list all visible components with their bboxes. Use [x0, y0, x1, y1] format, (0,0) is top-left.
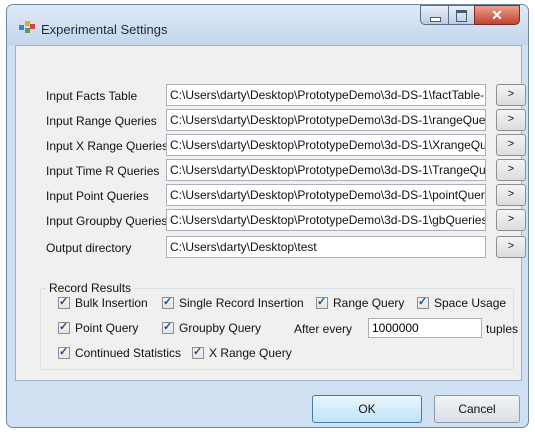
maximize-icon[interactable]: [448, 5, 474, 25]
range-queries-label: Input Range Queries: [46, 114, 157, 128]
output-directory-label: Output directory: [46, 241, 132, 255]
facts-table-row: Input Facts Table C:\Users\darty\Desktop…: [16, 84, 526, 108]
range-query-checkbox[interactable]: Range Query: [316, 295, 404, 310]
x-range-queries-browse-button[interactable]: >: [496, 134, 526, 156]
checkbox-checked-icon[interactable]: [192, 345, 204, 359]
range-queries-browse-button[interactable]: >: [496, 109, 526, 131]
cancel-button[interactable]: Cancel: [434, 395, 520, 423]
time-r-queries-row: Input Time R Queries C:\Users\darty\Desk…: [16, 159, 526, 183]
title-bar: Experimental Settings ✕: [7, 5, 528, 45]
window-title: Experimental Settings: [41, 22, 168, 37]
range-queries-row: Input Range Queries C:\Users\darty\Deskt…: [16, 109, 526, 133]
time-r-queries-browse-button[interactable]: >: [496, 159, 526, 181]
output-directory-field[interactable]: C:\Users\darty\Desktop\test: [166, 236, 486, 258]
point-queries-browse-button[interactable]: >: [496, 184, 526, 206]
time-r-queries-label: Input Time R Queries: [46, 164, 160, 178]
checkbox-checked-icon[interactable]: [58, 345, 70, 359]
output-directory-browse-button[interactable]: >: [496, 236, 526, 258]
single-record-insertion-checkbox[interactable]: Single Record Insertion: [162, 295, 304, 310]
checkbox-checked-icon[interactable]: [162, 320, 174, 334]
point-query-checkbox[interactable]: Point Query: [58, 320, 138, 335]
x-range-query-checkbox[interactable]: X Range Query: [192, 345, 292, 360]
close-icon[interactable]: ✕: [474, 5, 520, 25]
record-results-title: Record Results: [46, 281, 135, 295]
space-usage-checkbox[interactable]: Space Usage: [417, 295, 506, 310]
groupby-queries-field[interactable]: C:\Users\darty\Desktop\PrototypeDemo\3d-…: [166, 209, 486, 231]
point-queries-field[interactable]: C:\Users\darty\Desktop\PrototypeDemo\3d-…: [166, 184, 486, 206]
range-queries-field[interactable]: C:\Users\darty\Desktop\PrototypeDemo\3d-…: [166, 109, 486, 131]
x-range-queries-label: Input X Range Queries: [46, 139, 169, 153]
point-queries-row: Input Point Queries C:\Users\darty\Deskt…: [16, 184, 526, 208]
after-every-label: After every: [294, 322, 353, 336]
output-directory-row: Output directory C:\Users\darty\Desktop\…: [16, 236, 526, 260]
continued-statistics-checkbox[interactable]: Continued Statistics: [58, 345, 181, 360]
caption-buttons: ✕: [420, 5, 520, 25]
checkbox-checked-icon[interactable]: [316, 295, 328, 309]
time-r-queries-field[interactable]: C:\Users\darty\Desktop\PrototypeDemo\3d-…: [166, 159, 486, 181]
ok-button[interactable]: OK: [312, 395, 422, 423]
groupby-queries-row: Input Groupby Queries C:\Users\darty\Des…: [16, 209, 526, 233]
checkbox-checked-icon[interactable]: [58, 295, 70, 309]
dialog-footer: OK Cancel: [15, 381, 522, 427]
bulk-insertion-checkbox[interactable]: Bulk Insertion: [58, 295, 148, 310]
checkbox-checked-icon[interactable]: [58, 320, 70, 334]
point-queries-label: Input Point Queries: [46, 189, 149, 203]
dialog-body: Input Facts Table C:\Users\darty\Desktop…: [15, 45, 526, 381]
tuples-label: tuples: [486, 322, 519, 336]
groupby-queries-label: Input Groupby Queries: [46, 214, 168, 228]
app-icon: [19, 21, 35, 33]
checkbox-checked-icon[interactable]: [162, 295, 174, 309]
minimize-icon[interactable]: [420, 5, 448, 25]
x-range-queries-row: Input X Range Queries C:\Users\darty\Des…: [16, 134, 526, 158]
x-range-queries-field[interactable]: C:\Users\darty\Desktop\PrototypeDemo\3d-…: [166, 134, 486, 156]
groupby-query-checkbox[interactable]: Groupby Query: [162, 320, 261, 335]
facts-table-field[interactable]: C:\Users\darty\Desktop\PrototypeDemo\3d-…: [166, 84, 486, 106]
settings-dialog: Experimental Settings ✕ Input Facts Tabl…: [6, 4, 529, 428]
groupby-queries-browse-button[interactable]: >: [496, 209, 526, 231]
checkbox-checked-icon[interactable]: [417, 295, 429, 309]
facts-table-browse-button[interactable]: >: [496, 84, 526, 106]
after-every-field[interactable]: 1000000: [368, 318, 482, 338]
facts-table-label: Input Facts Table: [46, 89, 138, 103]
